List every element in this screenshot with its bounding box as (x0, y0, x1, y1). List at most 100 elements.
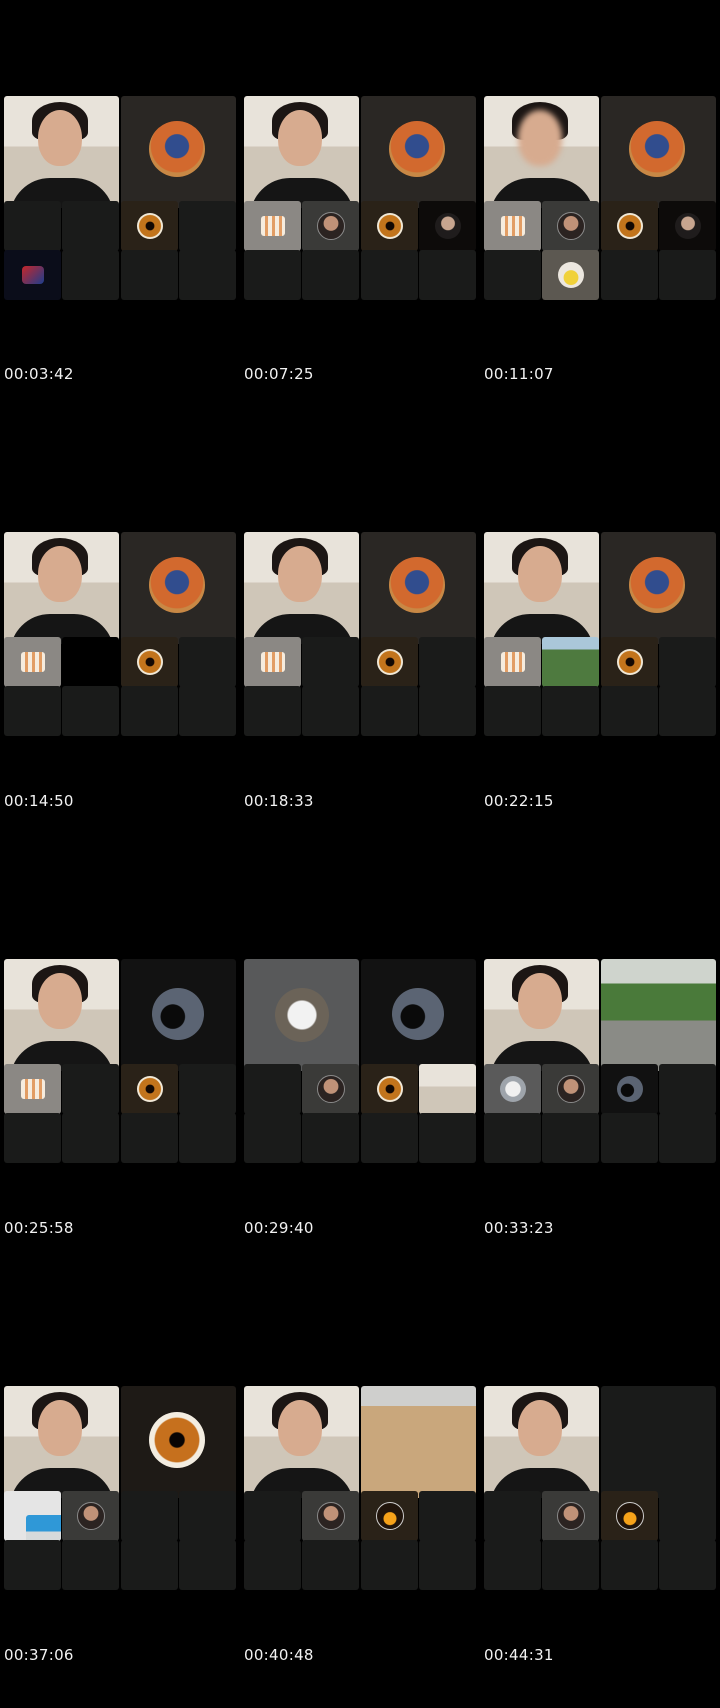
participant-tile[interactable] (601, 250, 658, 300)
participant-tile[interactable] (62, 1064, 119, 1114)
participant-tile[interactable] (361, 637, 418, 687)
participant-video[interactable] (4, 959, 119, 1071)
participant-tile[interactable] (121, 1064, 178, 1114)
participant-tile[interactable] (4, 250, 61, 300)
participant-tile[interactable] (244, 637, 301, 687)
participant-tile[interactable] (62, 686, 119, 736)
desk-video[interactable] (361, 1386, 476, 1498)
participant-tile[interactable] (484, 1540, 541, 1590)
participant-tile[interactable] (542, 1113, 599, 1163)
participant-tile[interactable] (659, 637, 716, 687)
mandala-avatar-tile[interactable] (361, 96, 476, 208)
participant-video[interactable] (484, 959, 599, 1071)
participant-tile[interactable] (62, 250, 119, 300)
participant-tile[interactable] (419, 1540, 476, 1590)
participant-tile[interactable] (302, 1540, 359, 1590)
road-scene-video[interactable] (601, 959, 716, 1071)
participant-video[interactable] (484, 1386, 599, 1498)
participant-tile[interactable] (419, 1491, 476, 1541)
participant-tile[interactable] (542, 1491, 599, 1541)
participant-tile[interactable] (121, 686, 178, 736)
participant-tile[interactable] (4, 686, 61, 736)
participant-tile[interactable] (121, 1540, 178, 1590)
participant-tile[interactable] (361, 1113, 418, 1163)
participant-tile[interactable] (179, 1113, 236, 1163)
participant-tile[interactable] (302, 686, 359, 736)
participant-tile[interactable] (179, 250, 236, 300)
participant-tile[interactable] (484, 1113, 541, 1163)
participant-tile[interactable] (121, 1491, 178, 1541)
participant-tile[interactable] (179, 637, 236, 687)
mandala-avatar-tile[interactable] (121, 532, 236, 644)
participant-tile[interactable] (62, 1113, 119, 1163)
participant-tile[interactable] (361, 1064, 418, 1114)
participant-tile[interactable] (244, 1113, 301, 1163)
participant-tile[interactable] (601, 686, 658, 736)
participant-tile[interactable] (542, 201, 599, 251)
participant-tile[interactable] (601, 637, 658, 687)
participant-video-tile[interactable] (419, 1064, 476, 1114)
participant-tile[interactable] (62, 1540, 119, 1590)
participant-tile[interactable] (4, 1540, 61, 1590)
participant-tile[interactable] (659, 1491, 716, 1541)
mandala-avatar-tile[interactable] (361, 532, 476, 644)
participant-tile[interactable] (484, 1064, 541, 1114)
participant-tile[interactable] (484, 1491, 541, 1541)
participant-tile[interactable] (659, 1064, 716, 1114)
participant-tile[interactable] (4, 201, 61, 251)
participant-tile[interactable] (659, 1540, 716, 1590)
participant-tile[interactable] (419, 686, 476, 736)
participant-tile[interactable] (244, 1491, 301, 1541)
participant-tile[interactable] (659, 201, 716, 251)
participant-tile[interactable] (419, 250, 476, 300)
masked-avatar-tile[interactable] (244, 959, 359, 1071)
participant-tile[interactable] (659, 1113, 716, 1163)
participant-tile[interactable] (4, 1064, 61, 1114)
eye-avatar-tile[interactable] (121, 1386, 236, 1498)
participant-tile[interactable] (121, 250, 178, 300)
participant-tile[interactable] (484, 250, 541, 300)
participant-tile[interactable] (361, 1540, 418, 1590)
participant-tile[interactable] (659, 686, 716, 736)
participant-tile[interactable] (121, 201, 178, 251)
participant-tile[interactable] (484, 201, 541, 251)
participant-tile[interactable] (419, 1113, 476, 1163)
mandala-avatar-tile[interactable] (601, 532, 716, 644)
participant-video[interactable] (484, 532, 599, 644)
participant-tile[interactable] (302, 1064, 359, 1114)
participant-tile[interactable] (179, 201, 236, 251)
participant-tile[interactable] (361, 201, 418, 251)
participant-tile[interactable] (361, 1491, 418, 1541)
participant-video[interactable] (484, 96, 599, 208)
participant-tile[interactable] (179, 1064, 236, 1114)
participant-tile[interactable] (601, 1540, 658, 1590)
participant-video[interactable] (244, 96, 359, 208)
participant-tile[interactable] (659, 250, 716, 300)
participant-tile[interactable] (302, 201, 359, 251)
participant-tile[interactable] (361, 250, 418, 300)
participant-tile[interactable] (179, 1491, 236, 1541)
silhouette-avatar-tile[interactable] (121, 959, 236, 1071)
participant-tile[interactable] (4, 637, 61, 687)
participant-tile[interactable] (302, 1491, 359, 1541)
mandala-avatar-tile[interactable] (601, 96, 716, 208)
participant-tile[interactable] (601, 1491, 658, 1541)
participant-tile[interactable] (361, 686, 418, 736)
participant-tile[interactable] (121, 1113, 178, 1163)
participant-tile[interactable] (302, 1113, 359, 1163)
participant-video[interactable] (244, 532, 359, 644)
participant-video-tile[interactable] (542, 637, 599, 687)
participant-tile[interactable] (419, 637, 476, 687)
participant-tile[interactable] (419, 201, 476, 251)
participant-tile[interactable] (542, 1064, 599, 1114)
participant-video[interactable] (244, 1386, 359, 1498)
participant-tile[interactable] (244, 1540, 301, 1590)
participant-tile[interactable] (244, 250, 301, 300)
empty-tile[interactable] (601, 1386, 716, 1498)
participant-tile[interactable] (244, 1064, 301, 1114)
participant-tile[interactable] (4, 1113, 61, 1163)
participant-tile[interactable] (542, 250, 599, 300)
participant-tile[interactable] (179, 686, 236, 736)
participant-video-tile[interactable] (4, 1491, 61, 1541)
participant-tile[interactable] (62, 637, 119, 687)
